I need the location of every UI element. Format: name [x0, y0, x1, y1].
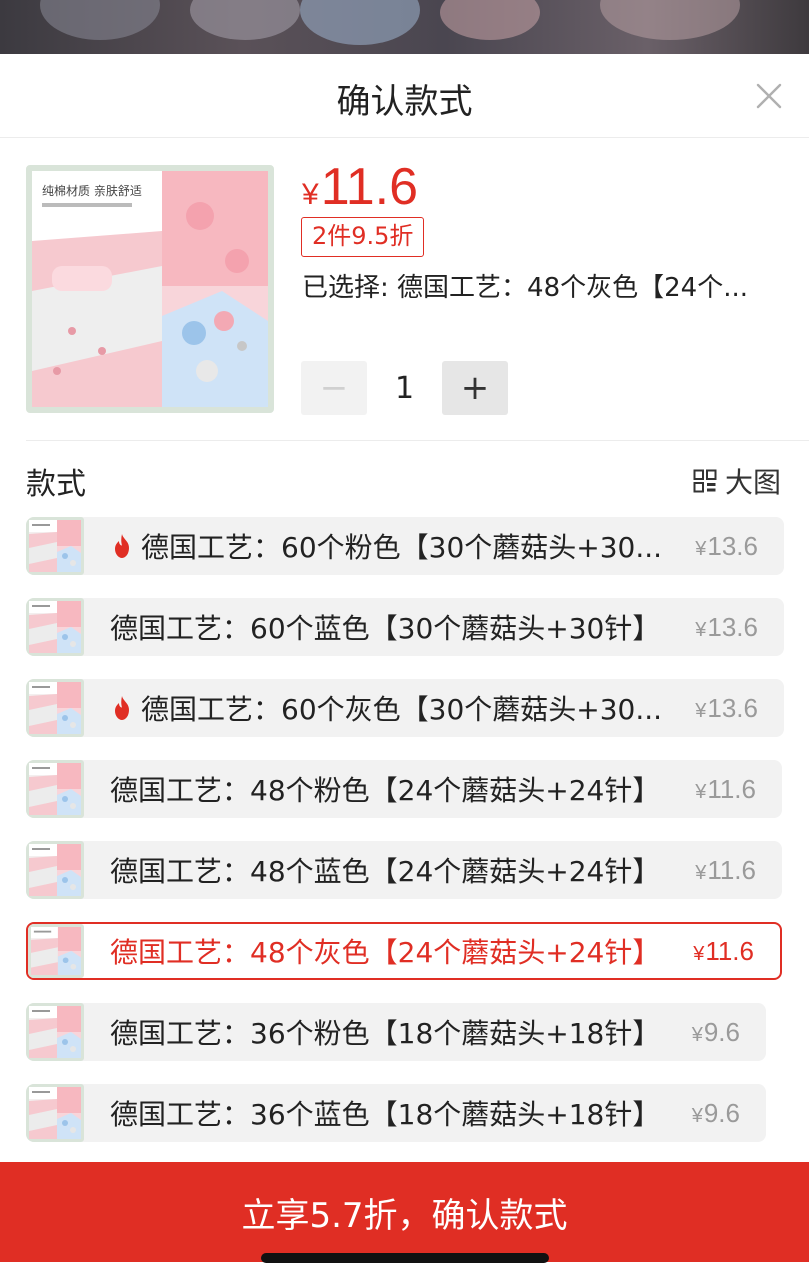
variant-body: 德国工艺：36个蓝色【18个蘑菇头+18针】 ¥9.6	[84, 1093, 766, 1133]
variant-name: 德国工艺：60个灰色【30个蘑菇头+30...	[141, 693, 663, 726]
variant-body: 德国工艺：48个灰色【24个蘑菇头+24针】 ¥11.6	[84, 931, 780, 971]
variant-currency-symbol: ¥	[695, 861, 707, 884]
variant-option[interactable]: 德国工艺：60个粉色【30个蘑菇头+30... ¥13.6	[26, 517, 784, 575]
variant-option[interactable]: 德国工艺：36个粉色【18个蘑菇头+18针】 ¥9.6	[26, 1003, 766, 1061]
product-photo-drawing: 纯棉材质 亲肤舒适	[32, 171, 268, 407]
variant-body: 德国工艺：48个粉色【24个蘑菇头+24针】 ¥11.6	[84, 769, 782, 809]
variant-currency-symbol: ¥	[695, 618, 707, 641]
variant-currency-symbol: ¥	[693, 942, 705, 965]
variant-body: 德国工艺：60个蓝色【30个蘑菇头+30针】 ¥13.6	[84, 607, 784, 647]
variant-body: 德国工艺：60个粉色【30个蘑菇头+30... ¥13.6	[84, 526, 784, 566]
sheet-header: 确认款式	[0, 54, 809, 138]
variant-price: ¥9.6	[692, 1017, 740, 1048]
variant-name: 德国工艺：48个灰色【24个蘑菇头+24针】	[110, 936, 661, 969]
variant-currency-symbol: ¥	[691, 1023, 703, 1046]
variant-price: ¥9.6	[692, 1098, 740, 1129]
variant-price-value: 9.6	[703, 1016, 740, 1047]
variant-body: 德国工艺：48个蓝色【24个蘑菇头+24针】 ¥11.6	[84, 850, 782, 890]
product-price: ¥11.6	[302, 157, 418, 217]
variant-body: 德国工艺：60个灰色【30个蘑菇头+30... ¥13.6	[84, 688, 784, 728]
variant-name: 德国工艺：60个蓝色【30个蘑菇头+30针】	[110, 612, 661, 645]
variant-price-value: 13.6	[707, 611, 758, 642]
variant-currency-symbol: ¥	[691, 1104, 703, 1127]
variant-thumbnail	[26, 679, 84, 737]
home-indicator	[261, 1253, 549, 1263]
increase-quantity-button[interactable]: +	[442, 361, 508, 415]
variant-thumbnail	[26, 517, 84, 575]
product-summary: 纯棉材质 亲肤舒适 ¥11.6 2件9.5折 已选择: 德国工艺：48个灰色【2…	[0, 139, 809, 439]
variant-price: ¥13.6	[695, 612, 758, 643]
divider	[26, 440, 809, 441]
variant-price-value: 13.6	[707, 530, 758, 561]
variant-price: ¥11.6	[695, 774, 756, 805]
large-image-label: 大图	[724, 466, 781, 499]
section-title: 款式	[26, 467, 86, 502]
grid-icon	[693, 469, 717, 493]
confirm-style-label: 立享5.7折，确认款式	[241, 1195, 568, 1236]
decrease-quantity-button[interactable]: −	[301, 361, 367, 415]
confirm-style-button[interactable]: 立享5.7折，确认款式	[0, 1162, 809, 1262]
variant-name: 德国工艺：48个蓝色【24个蘑菇头+24针】	[110, 855, 661, 888]
sheet-title: 确认款式	[336, 82, 473, 122]
variant-thumbnail	[26, 598, 84, 656]
variant-thumbnail	[28, 924, 84, 978]
confirm-style-sheet: 确认款式 纯棉材质 亲肤舒适 ¥11.6 2件9.5折 已选择: 德国工艺：48…	[0, 54, 809, 1280]
discount-badge: 2件9.5折	[301, 217, 425, 257]
variant-option[interactable]: 德国工艺：36个蓝色【18个蘑菇头+18针】 ¥9.6	[26, 1084, 766, 1142]
variant-price-value: 11.6	[705, 935, 754, 966]
variant-price: ¥13.6	[695, 693, 758, 724]
variant-option[interactable]: 德国工艺：48个蓝色【24个蘑菇头+24针】 ¥11.6	[26, 841, 782, 899]
variant-body: 德国工艺：36个粉色【18个蘑菇头+18针】 ¥9.6	[84, 1012, 766, 1052]
variant-currency-symbol: ¥	[695, 699, 707, 722]
quantity-stepper: − 1 +	[301, 361, 508, 415]
currency-symbol: ¥	[302, 178, 319, 211]
selected-variant-text: 已选择: 德国工艺：48个灰色【24个...	[302, 273, 748, 303]
style-section-header: 款式 大图	[0, 459, 809, 503]
variant-thumbnail	[26, 1084, 84, 1142]
variant-price: ¥11.6	[693, 936, 754, 967]
large-image-toggle[interactable]: 大图	[693, 461, 781, 501]
product-image[interactable]: 纯棉材质 亲肤舒适	[26, 165, 274, 413]
variant-name: 德国工艺：48个粉色【24个蘑菇头+24针】	[110, 774, 661, 807]
variant-price-value: 11.6	[707, 773, 756, 804]
flame-icon	[115, 696, 129, 720]
background-product-photo	[0, 0, 809, 54]
variant-currency-symbol: ¥	[695, 780, 707, 803]
close-icon	[756, 83, 782, 109]
variant-option[interactable]: 德国工艺：48个灰色【24个蘑菇头+24针】 ¥11.6	[26, 922, 782, 980]
variant-price: ¥13.6	[695, 531, 758, 562]
variant-option[interactable]: 德国工艺：60个蓝色【30个蘑菇头+30针】 ¥13.6	[26, 598, 784, 656]
variant-option[interactable]: 德国工艺：60个灰色【30个蘑菇头+30... ¥13.6	[26, 679, 784, 737]
flame-icon	[115, 534, 129, 558]
variant-price: ¥11.6	[695, 855, 756, 886]
variant-name: 德国工艺：36个粉色【18个蘑菇头+18针】	[110, 1017, 661, 1050]
variant-option[interactable]: 德国工艺：48个粉色【24个蘑菇头+24针】 ¥11.6	[26, 760, 782, 818]
variant-currency-symbol: ¥	[695, 537, 707, 560]
variant-name: 德国工艺：60个粉色【30个蘑菇头+30...	[141, 531, 663, 564]
variant-price-value: 13.6	[707, 692, 758, 723]
variant-list: 德国工艺：60个粉色【30个蘑菇头+30... ¥13.6 德国工艺：60个蓝色…	[0, 517, 809, 1157]
close-button[interactable]	[751, 78, 787, 114]
variant-thumbnail	[26, 760, 84, 818]
variant-price-value: 11.6	[707, 854, 756, 885]
variant-price-value: 9.6	[703, 1097, 740, 1128]
price-value: 11.6	[320, 158, 419, 216]
product-image-caption: 纯棉材质 亲肤舒适	[42, 183, 142, 198]
variant-thumbnail	[26, 841, 84, 899]
variant-name: 德国工艺：36个蓝色【18个蘑菇头+18针】	[110, 1098, 661, 1131]
quantity-value[interactable]: 1	[367, 371, 442, 406]
variant-thumbnail	[26, 1003, 84, 1061]
